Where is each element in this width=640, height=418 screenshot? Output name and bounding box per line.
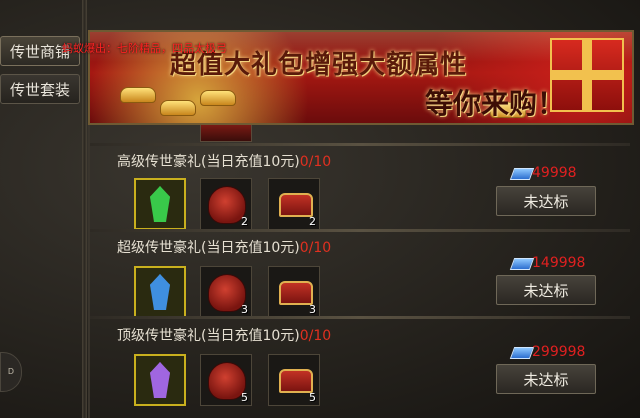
tab-suit[interactable]: 传世套装 (0, 74, 80, 104)
item-quantity: 3 (241, 303, 248, 316)
chest-icon (279, 281, 313, 305)
package-title: 超级传世豪礼(当日充值10元)0/10 (117, 237, 331, 257)
item-slot-bag[interactable]: 2 (200, 178, 252, 230)
item-quantity: 5 (309, 391, 316, 404)
side-divider (82, 0, 87, 418)
chest-icon (279, 369, 313, 393)
gem-icon (150, 362, 170, 398)
row-divider (90, 143, 630, 146)
package-price: 149998 (532, 255, 586, 271)
row-divider (90, 229, 630, 232)
package-title: 顶级传世豪礼(当日充值10元)0/10 (117, 325, 331, 345)
claim-button[interactable]: 未达标 (496, 275, 596, 305)
gold-ingot-icon (120, 87, 156, 103)
package-price: 299998 (532, 344, 586, 360)
item-slot-bag[interactable]: 3 (200, 266, 252, 318)
item-slot-chest[interactable]: 3 (268, 266, 320, 318)
item-slot-gem[interactable] (134, 354, 186, 406)
package-progress: 0/10 (299, 154, 332, 170)
package-progress: 0/10 (299, 240, 332, 256)
package-price: 49998 (532, 165, 577, 181)
package-name: 超级传世豪礼(当日充值10元) (117, 240, 300, 256)
claim-button[interactable]: 未达标 (496, 186, 596, 216)
item-quantity: 2 (309, 215, 316, 228)
item-slot-chest[interactable]: 2 (268, 178, 320, 230)
item-slot-chest[interactable]: 5 (268, 354, 320, 406)
claim-button[interactable]: 未达标 (496, 364, 596, 394)
banner-subtitle: 等你来购！ (425, 87, 566, 120)
gold-ingot-icon (200, 90, 236, 106)
gem-icon (150, 186, 170, 222)
item-slot-gem[interactable] (134, 266, 186, 318)
row-divider (90, 316, 630, 319)
item-slot-bag[interactable]: 5 (200, 354, 252, 406)
item-quantity: 2 (241, 215, 248, 228)
previous-item-partial (200, 125, 252, 142)
item-quantity: 5 (241, 391, 248, 404)
item-slot-gem[interactable] (134, 178, 186, 230)
package-title: 高级传世豪礼(当日充值10元)0/10 (117, 151, 331, 171)
chest-icon (279, 193, 313, 217)
gem-icon (150, 274, 170, 310)
package-name: 顶级传世豪礼(当日充值10元) (117, 328, 300, 344)
item-quantity: 3 (309, 303, 316, 316)
drop-notice: 蚂蚁爆出：七阶精品，四品太极弓 (62, 42, 227, 55)
package-name: 高级传世豪礼(当日充值10元) (117, 154, 300, 170)
gold-ingot-icon (160, 100, 196, 116)
package-progress: 0/10 (299, 328, 332, 344)
